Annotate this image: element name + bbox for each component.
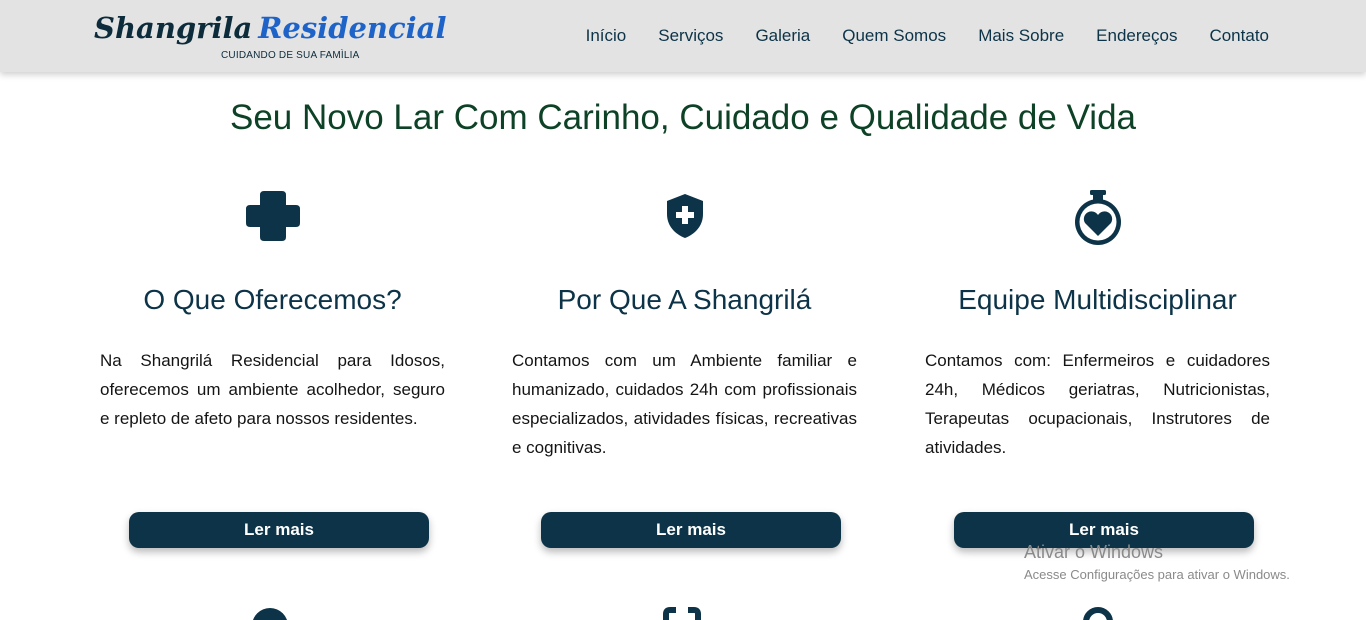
navbar: Shangrila Residencial CUIDANDO DE SUA FAM…: [0, 0, 1366, 72]
read-more-button[interactable]: Ler mais: [129, 512, 429, 548]
medical-cross-icon: [100, 176, 445, 256]
nav-link-inicio[interactable]: Início: [586, 26, 627, 46]
hero-title: Seu Novo Lar Com Carinho, Cuidado e Qual…: [229, 98, 1137, 137]
main-nav: Início Serviços Galeria Quem Somos Mais …: [586, 0, 1269, 72]
nav-link-mais-sobre[interactable]: Mais Sobre: [978, 26, 1064, 46]
logo-name-part2: Residencial: [258, 11, 447, 45]
windows-activation-watermark: Ativar o Windows Acesse Configurações pa…: [1024, 541, 1290, 584]
nav-link-contato[interactable]: Contato: [1209, 26, 1269, 46]
card-text: Contamos com um Ambiente familiar e huma…: [512, 351, 857, 457]
card-title: Equipe Multidisciplinar: [958, 284, 1237, 315]
nav-link-servicos[interactable]: Serviços: [658, 26, 723, 46]
nav-link-galeria[interactable]: Galeria: [755, 26, 810, 46]
card-title: Por Que A Shangrilá: [557, 284, 812, 315]
logo-name-part1: Shangrila: [94, 11, 253, 45]
read-more-button[interactable]: Ler mais: [541, 512, 841, 548]
card-text: Na Shangrilá Residencial para Idosos, of…: [100, 351, 445, 428]
card-title: O Que Oferecemos?: [143, 284, 402, 315]
card-text: Contamos com: Enfermeiros e cuidadores 2…: [925, 351, 1270, 457]
logo-tagline: CUIDANDO DE SUA FAMÌLIA: [221, 50, 360, 61]
shield-plus-icon: [512, 176, 857, 256]
nav-link-enderecos[interactable]: Endereços: [1096, 26, 1177, 46]
nav-link-quem-somos[interactable]: Quem Somos: [842, 26, 946, 46]
logo-name: Shangrila Residencial: [94, 8, 447, 48]
watermark-title: Ativar o Windows: [1024, 542, 1164, 562]
watermark-subtitle: Acesse Configurações para ativar o Windo…: [1024, 567, 1290, 582]
heart-potion-icon: [925, 176, 1270, 256]
logo[interactable]: Shangrila Residencial CUIDANDO DE SUA FAM…: [94, 8, 447, 68]
